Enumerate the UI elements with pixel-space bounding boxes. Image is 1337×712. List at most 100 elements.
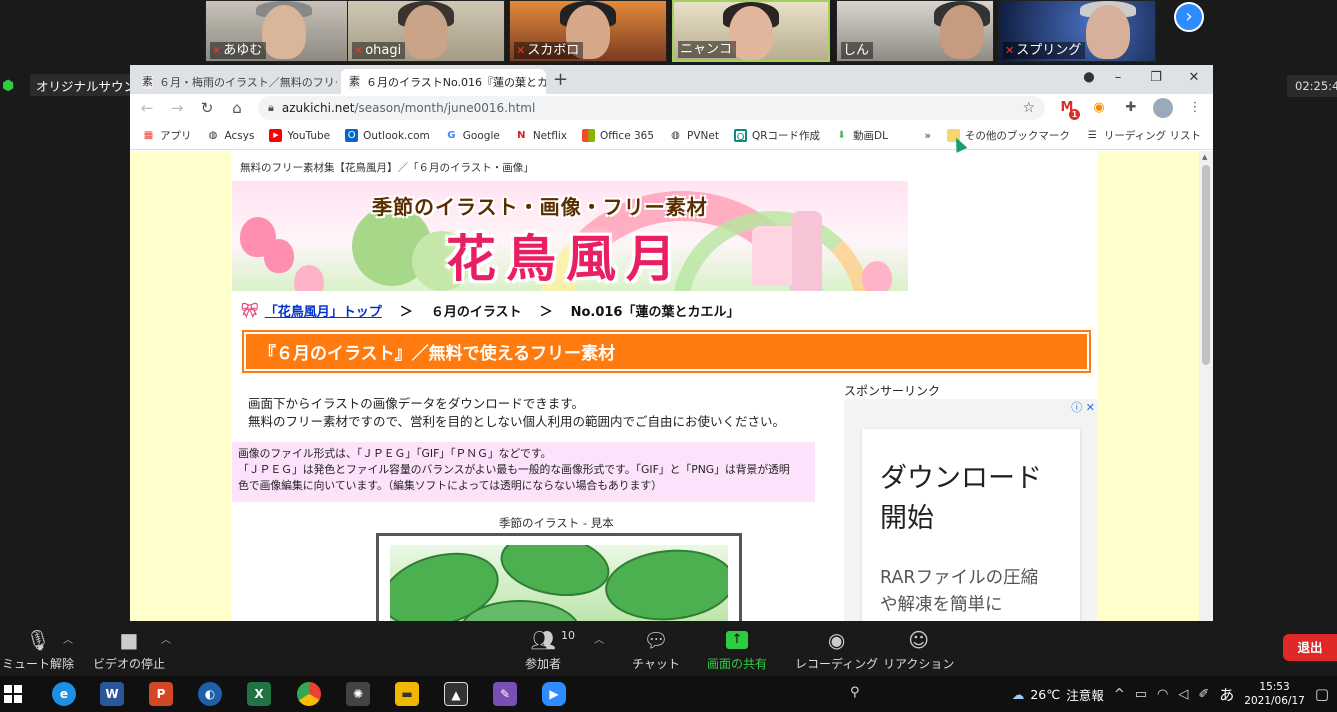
lock-icon[interactable]: 🔒︎ (268, 101, 274, 115)
stop-video-button[interactable]: ■ ビデオの停止 (93, 625, 165, 672)
powerpoint-icon[interactable]: P (149, 682, 173, 706)
weather-widget[interactable]: ☁ 26℃ 注意報 (1012, 685, 1104, 704)
profile-avatar-icon[interactable] (1153, 98, 1173, 118)
other-bookmarks-folder[interactable]: その他のブックマーク (946, 128, 1070, 143)
bookmark-google[interactable]: G Google (445, 129, 500, 142)
video-options-caret[interactable]: ︿ (161, 631, 171, 646)
tab-search-icon[interactable]: ⬤ (1079, 65, 1099, 94)
mic-off-icon: ✕ (1005, 44, 1015, 57)
sponsor-label: スポンサーリンク (844, 384, 941, 398)
participant-name: ニャンコ (680, 42, 733, 57)
wifi-icon[interactable]: ◠ (1157, 687, 1168, 702)
app-circle-icon[interactable]: ◐ (198, 682, 222, 706)
participant-tile[interactable]: ✕ スカボロ (509, 0, 667, 62)
participant-tile[interactable]: ✕ あゆむ (205, 0, 363, 62)
audio-options-caret[interactable]: ︿ (63, 631, 73, 646)
participant-tile-active[interactable]: ニャンコ (672, 0, 830, 62)
sample-illustration[interactable] (376, 533, 742, 621)
share-screen-button[interactable]: ↑ 画面の共有 (707, 625, 767, 672)
record-button[interactable]: ◉ レコーディング (795, 625, 878, 672)
meeting-timer: 02:25:44 (1287, 75, 1337, 97)
ad-choices-icon[interactable]: ⓘ ✕ (1071, 399, 1095, 415)
tab-strip: 素 ６月・梅雨のイラスト／無料のフリー素 素 ６月のイラストNo.016『蓮の葉… (130, 65, 1213, 94)
url-host: azukichi.net (281, 101, 355, 115)
tab-active-page[interactable]: 素 ６月のイラストNo.016『蓮の葉とカエ ✕ (341, 69, 546, 94)
participant-tile[interactable]: ✕ ohagi (347, 0, 505, 62)
forward-button[interactable]: → (168, 99, 186, 117)
excel-icon[interactable]: X (247, 682, 271, 706)
back-button[interactable]: ← (138, 99, 156, 117)
mic-off-icon: ✕ (212, 44, 222, 57)
bookmark-netflix[interactable]: N Netflix (515, 129, 567, 142)
window-controls: ⬤ – ❐ ✕ (1079, 65, 1213, 94)
browser-window: 素 ６月・梅雨のイラスト／無料のフリー素 素 ６月のイラストNo.016『蓮の葉… (130, 65, 1213, 621)
volume-icon[interactable]: ◁ (1178, 687, 1188, 702)
bookmark-office365[interactable]: Office 365 (582, 129, 654, 142)
battery-icon[interactable]: ▭ (1135, 687, 1147, 702)
participant-name: しん (843, 43, 870, 58)
participants-options-caret[interactable]: ︿ (594, 631, 604, 646)
qr-icon: Q (734, 129, 747, 143)
ad-card[interactable]: ダウンロード 開始 RARファイルの圧縮 や解凍を簡単に (862, 429, 1080, 621)
bookmark-acsys[interactable]: ◍ Acsys (207, 129, 255, 142)
scrollbar-thumb[interactable] (1202, 165, 1210, 365)
reading-list-button[interactable]: ☰ リーディング リスト (1086, 128, 1201, 143)
tab-june-rain[interactable]: 素 ６月・梅雨のイラスト／無料のフリー素 (134, 69, 337, 94)
taskbar-clock[interactable]: 15:53 2021/06/17 (1244, 680, 1305, 708)
ad-banner[interactable]: ⓘ ✕ ダウンロード 開始 RARファイルの圧縮 や解凍を簡単に (844, 399, 1097, 621)
address-bar[interactable]: 🔒︎ azukichi.net/season/month/june0016.ht… (258, 96, 1045, 120)
participant-tile[interactable]: ✕ スプリング (998, 0, 1156, 62)
bookmark-video-dl[interactable]: ⬇ 動画DL (835, 128, 888, 143)
smiley-icon: ☺ (908, 628, 930, 652)
reload-button[interactable]: ↻ (198, 99, 216, 117)
firefox-extension-icon[interactable]: ◉ (1089, 98, 1109, 118)
bookmark-apps[interactable]: ▦ アプリ (142, 128, 192, 143)
gmail-extension-icon[interactable]: M1 (1057, 98, 1080, 120)
bookmarks-overflow-button[interactable]: » (924, 130, 930, 142)
new-tab-button[interactable]: + (553, 69, 568, 90)
chrome-icon[interactable] (297, 682, 321, 706)
people-icon[interactable]: ⚲ (850, 685, 860, 700)
tab-title: ６月のイラストNo.016『蓮の葉とカエ (366, 75, 546, 89)
page-viewport: 無料のフリー素材集【花鳥風月】／「６月のイラスト・画像」 季節のイラスト・画像・… (130, 151, 1199, 621)
breadcrumb-current: No.016「蓮の葉とカエル」 (570, 305, 740, 320)
word-icon[interactable]: W (100, 682, 124, 706)
next-participants-button[interactable]: › (1174, 2, 1204, 32)
bookmark-outlook[interactable]: O Outlook.com (345, 129, 430, 142)
breadcrumb-home-link[interactable]: 「花鳥風月」トップ (265, 301, 382, 320)
photos-icon[interactable]: ✺ (346, 682, 370, 706)
site-banner[interactable]: 季節のイラスト・画像・フリー素材 花鳥風月 (232, 181, 908, 291)
lotus-leaf-illustration (390, 545, 728, 621)
leave-meeting-button[interactable]: 退出 (1283, 634, 1337, 661)
restore-button[interactable]: ❐ (1137, 65, 1175, 94)
zoom-icon[interactable]: ▶ (542, 682, 566, 706)
menu-kebab-icon[interactable]: ⋮ (1185, 98, 1205, 118)
video-camera-icon: ■ (119, 628, 139, 652)
site-favicon-icon: 素 (142, 74, 153, 89)
gallery-icon[interactable]: ▲ (444, 682, 468, 706)
explorer-icon[interactable]: ▬ (395, 682, 419, 706)
banner-subtitle: 季節のイラスト・画像・フリー素材 (372, 195, 708, 219)
reaction-button[interactable]: ☺ リアクション (883, 625, 954, 672)
page-scrollbar[interactable]: ▲ (1199, 151, 1213, 621)
edge-icon[interactable]: e (52, 682, 76, 706)
pen-icon[interactable]: ✐ (1198, 687, 1209, 702)
ime-indicator[interactable]: あ (1219, 684, 1234, 705)
paint-icon[interactable]: ✎ (493, 682, 517, 706)
bookmark-pvnet[interactable]: ◍ PVNet (669, 129, 719, 142)
windows-start-icon[interactable] (4, 685, 22, 703)
home-button[interactable]: ⌂ (228, 99, 246, 117)
participant-tile[interactable]: しん (836, 0, 994, 62)
scroll-up-icon[interactable]: ▲ (1202, 153, 1207, 161)
chat-button[interactable]: 💬︎ チャット (632, 625, 680, 672)
bookmark-youtube[interactable]: ▶ YouTube (269, 129, 330, 142)
extensions-puzzle-icon[interactable]: ✚ (1121, 98, 1141, 118)
bookmark-star-icon[interactable]: ☆ (1022, 100, 1035, 116)
close-window-button[interactable]: ✕ (1175, 65, 1213, 94)
minimize-button[interactable]: – (1099, 65, 1137, 94)
ad-description: RARファイルの圧縮 や解凍を簡単に (880, 568, 1039, 615)
participants-button[interactable]: 👥︎ 参加者 (525, 625, 561, 672)
notification-icon[interactable]: ▢ (1315, 685, 1329, 703)
chevron-up-icon[interactable]: ^ (1114, 687, 1125, 702)
bookmark-qr[interactable]: Q QRコード作成 (734, 128, 820, 143)
